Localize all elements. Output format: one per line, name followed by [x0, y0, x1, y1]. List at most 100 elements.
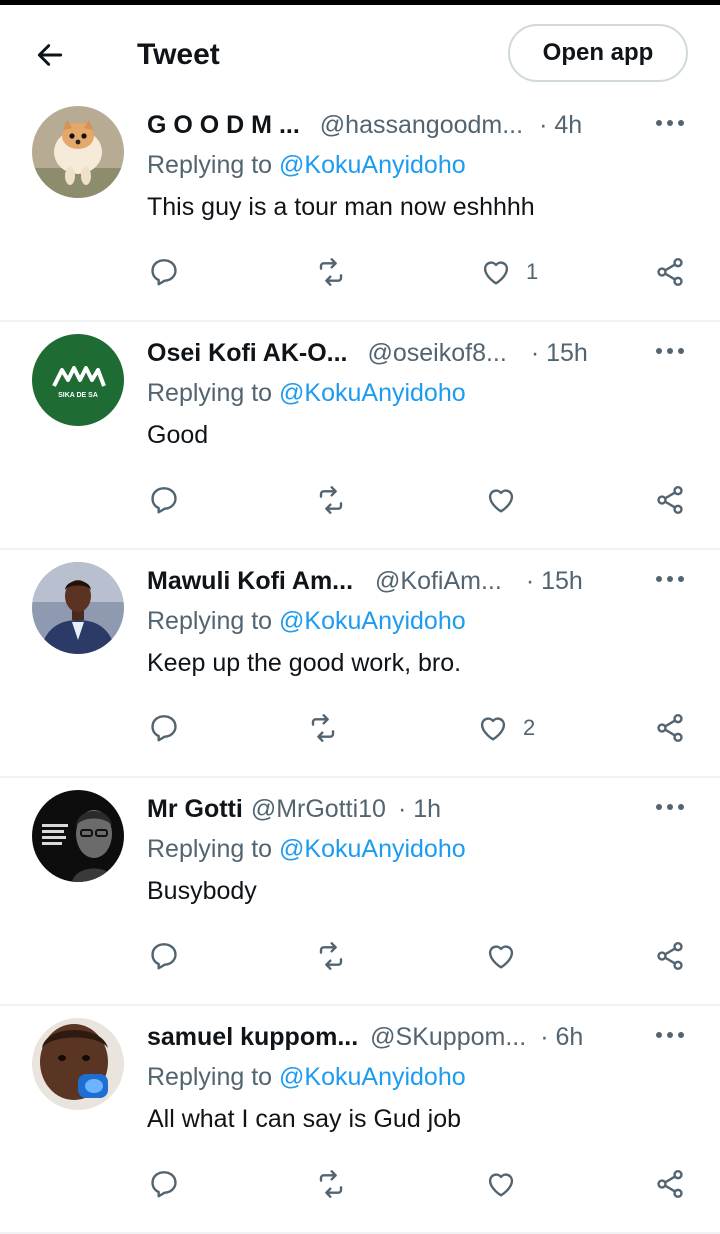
share-button[interactable]	[654, 478, 686, 522]
share-icon	[657, 258, 683, 286]
tweet-text: Good	[147, 421, 209, 449]
reply-tweet[interactable]: Mawuli Kofi Am... @KofiAm... · 15h Reply…	[0, 550, 720, 778]
share-button[interactable]	[654, 934, 686, 978]
avatar[interactable]	[32, 106, 124, 198]
share-icon	[657, 714, 683, 742]
tweet-header-row: G O O D M ... @hassangoodm... · 4h	[147, 106, 617, 144]
retweet-button[interactable]	[315, 934, 347, 978]
reply-button[interactable]	[148, 478, 180, 522]
more-dots-icon	[656, 348, 684, 354]
retweet-icon	[319, 258, 343, 286]
more-options-button[interactable]	[650, 336, 690, 366]
display-name[interactable]: samuel kuppom...	[147, 1023, 358, 1052]
more-options-button[interactable]	[650, 792, 690, 822]
display-name[interactable]: Mr Gotti	[147, 795, 243, 824]
replying-to: Replying to @KokuAnyidoho	[147, 151, 466, 180]
user-handle[interactable]: @KofiAm...	[375, 567, 502, 596]
tweet-header-row: Mr Gotti @MrGotti10 · 1h	[147, 790, 617, 828]
share-button[interactable]	[654, 250, 686, 294]
action-bar	[0, 934, 720, 978]
retweet-button[interactable]	[315, 478, 347, 522]
mention-link[interactable]: @KokuAnyidoho	[279, 151, 466, 179]
timestamp[interactable]: · 15h	[526, 567, 583, 596]
retweet-icon	[319, 942, 343, 970]
header: Tweet Open app	[0, 5, 720, 99]
like-count: 2	[523, 715, 536, 740]
reply-tweet[interactable]: Mr Gotti @MrGotti10 · 1h Replying to @Ko…	[0, 778, 720, 1006]
arrow-left-icon	[37, 44, 63, 66]
avatar[interactable]	[32, 790, 124, 882]
action-bar: 2	[0, 706, 720, 750]
action-bar	[0, 478, 720, 522]
user-handle[interactable]: @MrGotti10	[251, 795, 386, 824]
reply-button[interactable]	[148, 706, 180, 750]
retweet-button[interactable]	[315, 250, 347, 294]
more-dots-icon	[656, 1032, 684, 1038]
like-button[interactable]	[485, 1162, 531, 1206]
timestamp[interactable]: · 1h	[398, 795, 441, 824]
tweet-text: All what I can say is Gud job	[147, 1105, 462, 1133]
avatar[interactable]	[32, 1018, 124, 1110]
replying-to: Replying to @KokuAnyidoho	[147, 379, 466, 408]
reply-bubble-icon	[151, 715, 177, 742]
reply-button[interactable]	[148, 934, 180, 978]
baby-photo-icon	[32, 1018, 124, 1110]
sika-de-sa-logo-icon: SIKA DE SA	[32, 334, 124, 426]
replying-label: Replying to	[147, 835, 273, 863]
like-button[interactable]: 1	[480, 250, 538, 294]
heart-icon	[488, 945, 514, 969]
retweet-button[interactable]	[307, 706, 339, 750]
replying-to: Replying to @KokuAnyidoho	[147, 607, 466, 636]
display-name[interactable]: Mawuli Kofi Am...	[147, 567, 353, 596]
black-white-portrait-photo-icon	[32, 790, 124, 882]
timestamp[interactable]: · 4h	[539, 111, 582, 140]
more-dots-icon	[656, 576, 684, 582]
share-button[interactable]	[654, 706, 686, 750]
display-name[interactable]: G O O D M ...	[147, 111, 300, 140]
timestamp[interactable]: · 15h	[531, 339, 588, 368]
page-title: Tweet	[137, 38, 220, 71]
reply-button[interactable]	[148, 250, 180, 294]
reply-button[interactable]	[148, 1162, 180, 1206]
avatar-logo-text: SIKA DE SA	[58, 392, 98, 399]
back-button[interactable]	[30, 35, 70, 75]
more-options-button[interactable]	[650, 1020, 690, 1050]
reply-bubble-icon	[151, 943, 177, 970]
like-button[interactable]	[485, 478, 531, 522]
reply-bubble-icon	[151, 259, 177, 286]
user-handle[interactable]: @hassangoodm...	[320, 111, 523, 140]
reply-bubble-icon	[151, 1171, 177, 1198]
open-app-button[interactable]: Open app	[508, 24, 688, 82]
more-dots-icon	[656, 120, 684, 126]
display-name[interactable]: Osei Kofi AK-O...	[147, 339, 347, 368]
avatar[interactable]: SIKA DE SA	[32, 334, 124, 426]
reply-tweet[interactable]: samuel kuppom... @SKuppom... · 6h Replyi…	[0, 1006, 720, 1234]
user-handle[interactable]: @oseikof8...	[367, 339, 506, 368]
mention-link[interactable]: @KokuAnyidoho	[279, 1063, 466, 1091]
reply-tweet[interactable]: G O O D M ... @hassangoodm... · 4h Reply…	[0, 94, 720, 322]
heart-icon	[488, 1173, 514, 1197]
action-bar: 1	[0, 250, 720, 294]
avatar[interactable]	[32, 562, 124, 654]
replying-label: Replying to	[147, 379, 273, 407]
mention-link[interactable]: @KokuAnyidoho	[279, 607, 466, 635]
heart-icon	[483, 261, 509, 285]
more-options-button[interactable]	[650, 108, 690, 138]
heart-icon	[480, 717, 506, 741]
retweet-icon	[311, 714, 335, 742]
user-handle[interactable]: @SKuppom...	[370, 1023, 526, 1052]
mention-link[interactable]: @KokuAnyidoho	[279, 379, 466, 407]
pomeranian-dog-photo-icon	[32, 106, 124, 198]
retweet-button[interactable]	[315, 1162, 347, 1206]
mention-link[interactable]: @KokuAnyidoho	[279, 835, 466, 863]
retweet-icon	[319, 486, 343, 514]
timestamp[interactable]: · 6h	[540, 1023, 583, 1052]
share-button[interactable]	[654, 1162, 686, 1206]
more-dots-icon	[656, 804, 684, 810]
more-options-button[interactable]	[650, 564, 690, 594]
tweet-header-row: Mawuli Kofi Am... @KofiAm... · 15h	[147, 562, 617, 600]
share-icon	[657, 1170, 683, 1198]
reply-tweet[interactable]: SIKA DE SA Osei Kofi AK-O... @oseikof8..…	[0, 322, 720, 550]
like-button[interactable]	[485, 934, 531, 978]
like-button[interactable]: 2	[477, 706, 535, 750]
